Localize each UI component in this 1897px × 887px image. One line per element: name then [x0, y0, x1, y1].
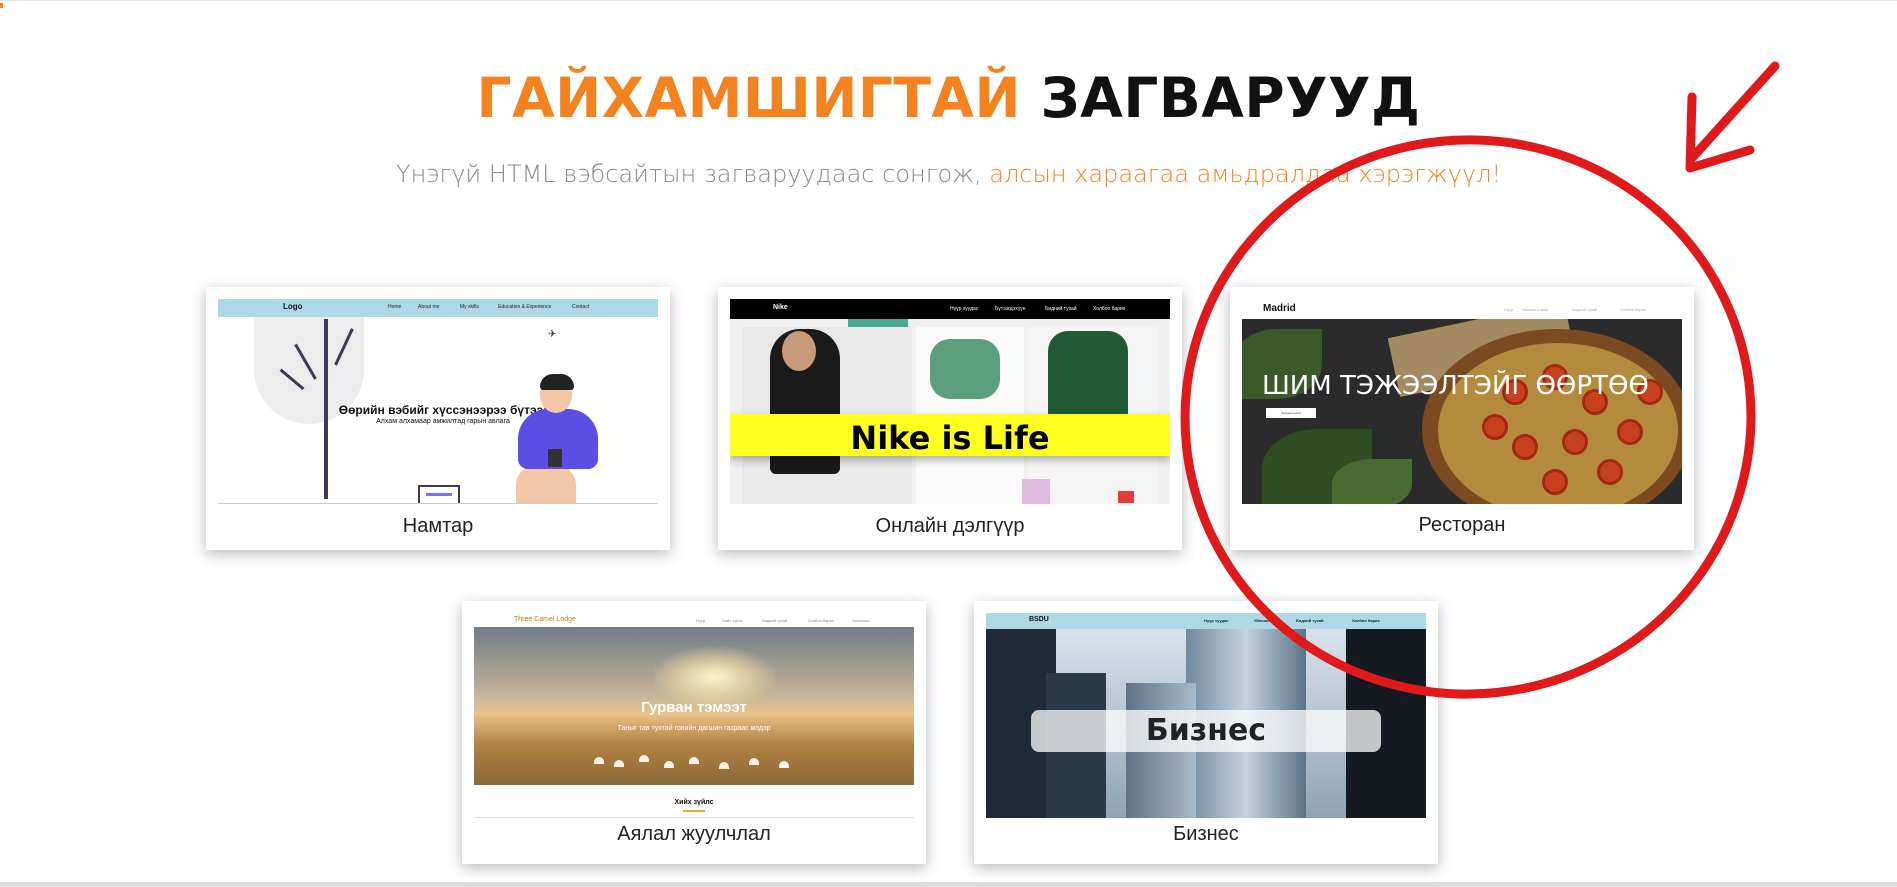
preview-nav-item: Нүүр — [696, 618, 706, 623]
preview-nav-item: Бидний тухай — [762, 618, 788, 623]
bird-icon: ✈ — [548, 329, 557, 340]
template-card-travel[interactable]: Three Camel Lodge Нүүр Хийх зүйлс Бидний… — [462, 601, 926, 864]
preview-nav-item: Бидний тухай — [1045, 306, 1077, 312]
sun-icon — [654, 647, 774, 707]
preview-nav-item: Education & Experience — [498, 304, 552, 310]
preview-model-face — [782, 331, 816, 371]
preview-section-title: Хийх зүйлс — [674, 799, 714, 806]
tomato-icon — [1617, 419, 1643, 445]
preview-headline: Өөрийн вэбийг хүссэнээрээ бүтээ! — [338, 403, 548, 417]
template-preview-travel: Three Camel Lodge Нүүр Хийх зүйлс Бидний… — [474, 613, 914, 818]
preview-person-hair — [540, 374, 574, 390]
ger-icon — [689, 757, 699, 764]
bottom-scrollbar — [0, 882, 1897, 887]
ger-icon — [639, 755, 649, 762]
preview-leaf — [1332, 459, 1412, 504]
preview-headline: ШИМ ТЭЖЭЭЛТЭЙГ ӨӨРТӨӨ — [1262, 371, 1649, 401]
preview-screen-bar — [426, 493, 452, 496]
template-caption: Бизнес — [1173, 823, 1239, 845]
section-subtitle: Үнэгүй HTML вэбсайтын загваруудаас сонго… — [0, 160, 1897, 188]
preview-logo: Logo — [283, 302, 303, 311]
top-border — [0, 0, 1897, 1]
section-subtitle-plain: Үнэгүй HTML вэбсайтын загваруудаас сонго… — [395, 160, 982, 188]
tomato-icon — [1597, 459, 1623, 485]
ger-icon — [664, 761, 674, 768]
preview-person-legs — [516, 465, 576, 504]
preview-ground — [218, 503, 658, 504]
template-preview-namtar: Logo Home About me My skills Education &… — [218, 299, 658, 504]
preview-logo: Three Camel Lodge — [514, 616, 576, 623]
preview-nav-item: Захиалга авах — [1522, 307, 1549, 312]
preview-logo: Madrid — [1263, 303, 1296, 314]
template-preview-business: BSDU Нүүр хуудас Үйлчилгээ Бидний тухай … — [986, 613, 1426, 818]
preview-nav-item: Contact — [572, 304, 590, 310]
tomato-icon — [1562, 429, 1588, 455]
preview-navbar: BSDU Нүүр хуудас Үйлчилгээ Бидний тухай … — [986, 613, 1426, 629]
section-title-accent: ГАЙХАМШИГТАЙ — [476, 66, 1022, 130]
preview-nav-item: My skills — [460, 304, 479, 310]
template-caption: Онлайн дэлгүүр — [875, 515, 1025, 537]
template-card-namtar[interactable]: Logo Home About me My skills Education &… — [206, 287, 670, 550]
cup-icon — [548, 449, 562, 467]
preview-navbar: Nike Нүүр хуудас Бүтээгдэхүүн Бидний тух… — [730, 299, 1170, 319]
preview-banner-text: Nike is Life — [850, 419, 1050, 457]
preview-nav-item: Хийх зүйлс — [722, 618, 743, 623]
ger-icon — [749, 758, 759, 765]
template-card-online-shop[interactable]: Nike Нүүр хуудас Бүтээгдэхүүн Бидний тух… — [718, 287, 1182, 550]
preview-swatch — [848, 319, 908, 327]
preview-section-underline — [683, 810, 705, 812]
template-caption: Аялал жуулчлал — [617, 823, 771, 845]
preview-nav-item: Үйлчилгээ — [1254, 618, 1275, 623]
tomato-icon — [1512, 434, 1538, 460]
section-subtitle-accent: алсын хараагаа амьдралдаа хэрэгжүүл! — [989, 160, 1502, 188]
tomato-icon — [1482, 414, 1508, 440]
preview-divider — [474, 817, 914, 818]
preview-nav-item: Холбоо барих — [1093, 306, 1126, 312]
preview-nav-item: Нүүр — [1504, 307, 1514, 312]
template-preview-online-shop: Nike Нүүр хуудас Бүтээгдэхүүн Бидний тух… — [730, 299, 1170, 504]
preview-nav-item: Бидний тухай — [1572, 307, 1598, 312]
preview-nav-item: Нүүр хуудас — [1204, 618, 1229, 623]
preview-nav-item: Холбоо барих — [1352, 618, 1380, 623]
preview-nav-item: Бүтээгдэхүүн — [995, 306, 1026, 312]
ger-icon — [594, 757, 604, 764]
page: ГАЙХАМШИГТАЙ ЗАГВАРУУД Үнэгүй HTML вэбса… — [0, 0, 1897, 887]
preview-nav-item: Бидний тухай — [1296, 618, 1324, 623]
preview-nav-item: Холбоо барих — [1620, 307, 1646, 312]
preview-headline: Гурван тэмээт — [641, 699, 747, 716]
preview-logo: BSDU — [1029, 616, 1049, 623]
preview-nav-item: Захиалах — [852, 618, 870, 623]
preview-navbar: Logo Home About me My skills Education &… — [218, 299, 658, 317]
tomato-icon — [1542, 469, 1568, 495]
template-card-business[interactable]: BSDU Нүүр хуудас Үйлчилгээ Бидний тухай … — [974, 601, 1438, 864]
preview-order-button: Захиалга өгөх — [1266, 408, 1316, 418]
preview-nav-item: Home — [388, 304, 402, 310]
preview-nav-item: Нүүр хуудас — [950, 306, 979, 312]
template-card-restaurant[interactable]: Madrid Нүүр Захиалга авах Бидний тухай Х… — [1230, 287, 1694, 550]
ger-icon — [719, 762, 729, 769]
preview-tagline: Таныг тав тухтай говийн дагшин газраас м… — [617, 725, 771, 732]
preview-nav-item: About me — [418, 304, 440, 310]
nike-logo-icon — [1118, 491, 1134, 503]
template-preview-restaurant: Madrid Нүүр Захиалга авах Бидний тухай Х… — [1242, 299, 1682, 504]
corner-mark — [0, 3, 3, 8]
preview-swatch — [1022, 479, 1050, 504]
section-title: ГАЙХАМШИГТАЙ ЗАГВАРУУД — [0, 66, 1897, 130]
ger-icon — [779, 761, 789, 768]
section-title-rest: ЗАГВАРУУД — [1040, 66, 1421, 130]
preview-headline: Бизнес — [1145, 713, 1267, 748]
template-caption: Намтар — [402, 515, 474, 537]
preview-nav-item: Холбоо барих — [808, 618, 834, 623]
preview-logo: Nike — [773, 304, 788, 311]
template-caption: Ресторан — [1418, 514, 1506, 536]
ger-icon — [614, 760, 624, 767]
shoe-icon — [930, 339, 1000, 399]
